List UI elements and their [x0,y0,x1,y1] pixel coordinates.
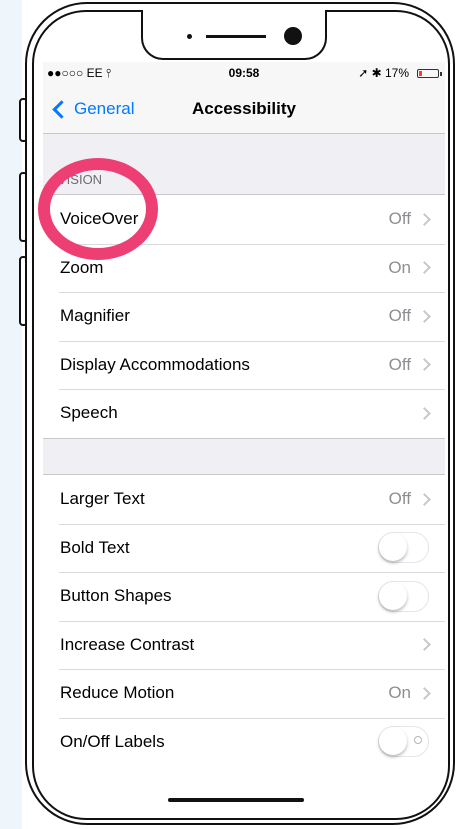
list-item-larger-text[interactable]: Larger Text Off [43,475,445,524]
on-off-labels-toggle[interactable] [378,726,429,758]
row-value: Off [388,306,411,326]
front-camera [284,27,302,45]
page-title: Accessibility [192,99,296,118]
chevron-right-icon [418,261,431,275]
battery-icon [417,69,439,78]
toggle-knob [379,533,407,562]
list-item-increase-contrast[interactable]: Increase Contrast [43,620,445,670]
row-label: Speech [60,403,118,423]
chevron-right-icon [418,309,431,323]
navigation-bar: General Accessibility [43,86,445,134]
toggle-knob [379,581,407,610]
list-item-bold-text: Bold Text [43,523,445,573]
row-value: On [388,683,411,703]
chevron-right-icon [418,686,431,700]
row-value: Off [388,354,411,374]
list-item-speech[interactable]: Speech [43,389,445,438]
row-label: On/Off Labels [60,731,165,751]
list-item-display-accommodations[interactable]: Display Accommodations Off [43,340,445,390]
chevron-right-icon [418,638,431,652]
row-label: Bold Text [60,537,130,557]
list-item-button-shapes: Button Shapes [43,572,445,621]
row-label: Display Accommodations [60,354,250,374]
row-label: Zoom [60,257,104,277]
row-label: Magnifier [60,306,130,326]
row-label: Reduce Motion [60,683,175,703]
highlight-circle [38,158,158,260]
chevron-right-icon [418,492,431,506]
list-item-reduce-motion[interactable]: Reduce Motion On [43,669,445,718]
text-group: Larger Text Off Bold Text Button Shapes … [43,474,445,762]
status-right-icons: ➚ ✱ 17% [358,66,409,80]
row-label: Button Shapes [60,586,172,606]
row-value: Off [388,209,411,229]
list-item-magnifier[interactable]: Magnifier Off [43,292,445,341]
row-label: Increase Contrast [60,634,195,654]
status-bar: ●●○○○ EE ⫯ 09:58 ➚ ✱ 17% [43,62,445,86]
chevron-right-icon [418,358,431,372]
chevron-right-icon [418,212,431,226]
list-item-on-off-labels: On/Off Labels [43,717,445,763]
sensor-dot [187,34,192,39]
row-value: On [388,257,411,277]
home-indicator [168,798,304,802]
speaker-grille [206,35,266,38]
bold-text-toggle[interactable] [378,532,429,564]
row-label: Larger Text [60,489,145,509]
off-label-icon [414,736,422,745]
chevron-right-icon [418,406,431,420]
toggle-knob [379,727,407,756]
row-value: Off [388,489,411,509]
battery-tip [440,72,442,76]
battery-fill [419,71,422,76]
button-shapes-toggle[interactable] [378,580,429,612]
